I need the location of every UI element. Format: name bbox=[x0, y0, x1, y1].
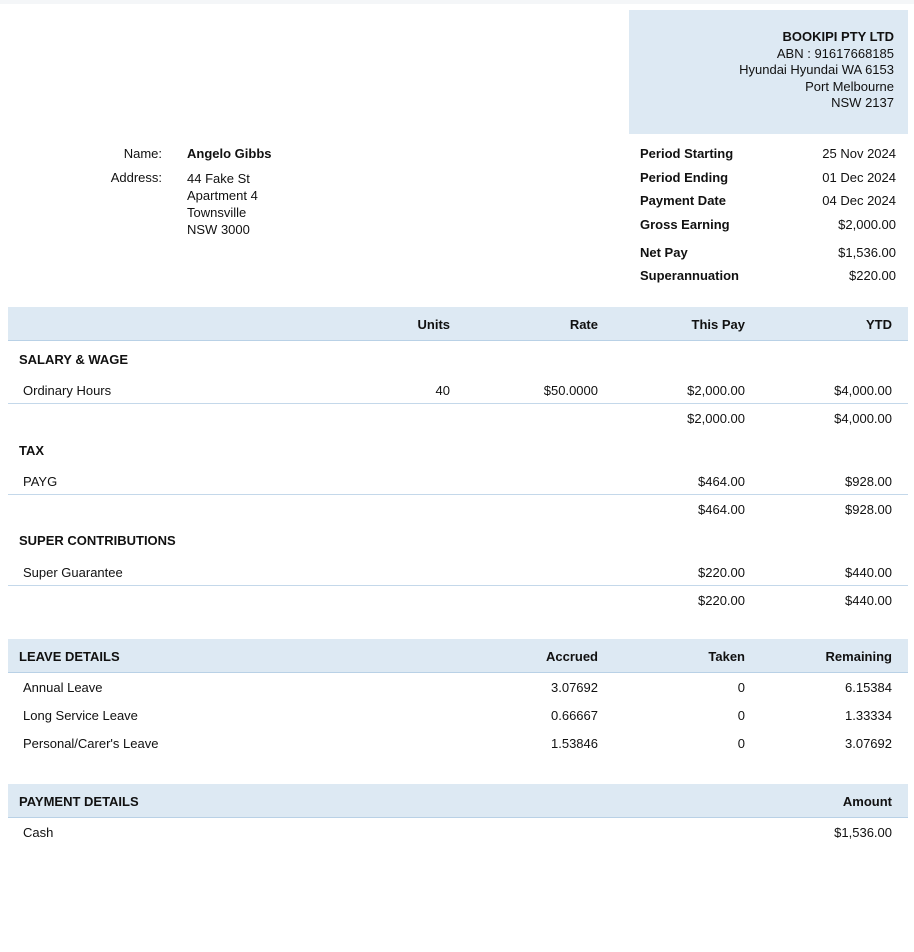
summary-value: $2,000.00 bbox=[838, 217, 896, 232]
section-total-row: $464.00 $928.00 bbox=[8, 502, 908, 520]
row-divider bbox=[8, 494, 908, 495]
leave-remaining: 6.15384 bbox=[845, 680, 892, 695]
payment-details-header: PAYMENT DETAILS Amount bbox=[8, 784, 908, 818]
summary-label: Net Pay bbox=[640, 245, 688, 260]
section-title: SALARY & WAGE bbox=[19, 352, 129, 367]
leave-type: Long Service Leave bbox=[23, 708, 138, 723]
leave-type: Personal/Carer's Leave bbox=[23, 736, 159, 751]
employee-address: 44 Fake St Apartment 4 Townsville NSW 30… bbox=[187, 170, 258, 238]
company-address-line-1: Hyundai Hyundai WA 6153 bbox=[739, 62, 894, 77]
leave-taken: 0 bbox=[737, 736, 745, 751]
address-line: 44 Fake St bbox=[187, 171, 250, 186]
table-row: Ordinary Hours 40 $50.0000 $2,000.00 $4,… bbox=[8, 383, 908, 401]
section-total-row: $2,000.00 $4,000.00 bbox=[8, 411, 908, 429]
payment-amount: $1,536.00 bbox=[834, 825, 892, 840]
summary-value: $220.00 bbox=[849, 268, 896, 283]
item-name: Super Guarantee bbox=[23, 565, 123, 580]
accrued-header: Accrued bbox=[545, 649, 598, 664]
summary-value: 04 Dec 2024 bbox=[822, 193, 896, 208]
units-header: Units bbox=[417, 317, 451, 332]
company-abn: ABN : 91617668185 bbox=[776, 45, 894, 61]
summary-label: Gross Earning bbox=[640, 217, 730, 232]
company-info-box: BOOKIPI PTY LTD ABN : 91617668185 Hyunda… bbox=[629, 10, 908, 134]
leave-remaining: 1.33334 bbox=[845, 708, 892, 723]
amount-header: Amount bbox=[842, 794, 892, 809]
item-this-pay: $2,000.00 bbox=[687, 383, 745, 398]
address-label: Address: bbox=[110, 170, 162, 185]
total-ytd: $4,000.00 bbox=[834, 411, 892, 426]
summary-row-period-starting: Period Starting 25 Nov 2024 bbox=[640, 146, 896, 164]
table-row: Super Guarantee $220.00 $440.00 bbox=[8, 565, 908, 583]
section-title-row: TAX bbox=[8, 443, 908, 461]
summary-row-gross-earning: Gross Earning $2,000.00 bbox=[640, 217, 896, 235]
summary-label: Payment Date bbox=[640, 193, 726, 208]
summary-row-superannuation: Superannuation $220.00 bbox=[640, 268, 896, 286]
summary-value: 01 Dec 2024 bbox=[822, 170, 896, 185]
this-pay-header: This Pay bbox=[691, 317, 745, 332]
list-item: Annual Leave 3.07692 0 6.15384 bbox=[8, 680, 908, 698]
item-name: PAYG bbox=[23, 474, 58, 489]
section-title: TAX bbox=[19, 443, 45, 458]
section-total-row: $220.00 $440.00 bbox=[8, 593, 908, 611]
summary-row-payment-date: Payment Date 04 Dec 2024 bbox=[640, 193, 896, 211]
payment-method: Cash bbox=[23, 825, 54, 840]
section-title-row: SUPER CONTRIBUTIONS bbox=[8, 533, 908, 551]
leave-taken: 0 bbox=[737, 680, 745, 695]
row-divider bbox=[8, 585, 908, 586]
table-row: PAYG $464.00 $928.00 bbox=[8, 474, 908, 492]
total-this-pay: $464.00 bbox=[698, 502, 745, 517]
summary-value: 25 Nov 2024 bbox=[822, 146, 896, 161]
item-ytd: $4,000.00 bbox=[834, 383, 892, 398]
total-ytd: $928.00 bbox=[845, 502, 892, 517]
taken-header: Taken bbox=[708, 649, 745, 664]
leave-accrued: 0.66667 bbox=[551, 708, 598, 723]
remaining-header: Remaining bbox=[825, 649, 892, 664]
leave-type: Annual Leave bbox=[23, 680, 103, 695]
row-divider bbox=[8, 403, 908, 404]
leave-accrued: 1.53846 bbox=[551, 736, 598, 751]
ytd-header: YTD bbox=[866, 317, 892, 332]
rate-header: Rate bbox=[569, 317, 598, 332]
total-ytd: $440.00 bbox=[845, 593, 892, 608]
item-units: 40 bbox=[435, 383, 450, 398]
summary-row-period-ending: Period Ending 01 Dec 2024 bbox=[640, 170, 896, 188]
item-name: Ordinary Hours bbox=[23, 383, 112, 398]
address-line: Apartment 4 bbox=[187, 188, 258, 203]
list-item: Cash $1,536.00 bbox=[8, 825, 908, 843]
address-line: NSW 3000 bbox=[187, 222, 250, 237]
item-ytd: $440.00 bbox=[845, 565, 892, 580]
earnings-header: Units Rate This Pay YTD bbox=[8, 307, 908, 341]
leave-accrued: 3.07692 bbox=[551, 680, 598, 695]
payment-details-title: PAYMENT DETAILS bbox=[19, 794, 139, 809]
company-address-line-3: NSW 2137 bbox=[831, 95, 894, 110]
company-address-line-2: Port Melbourne bbox=[805, 78, 894, 94]
summary-label: Period Starting bbox=[640, 146, 734, 161]
employee-name: Angelo Gibbs bbox=[187, 146, 272, 161]
list-item: Personal/Carer's Leave 1.53846 0 3.07692 bbox=[8, 736, 908, 754]
leave-details-title: LEAVE DETAILS bbox=[19, 649, 120, 664]
item-this-pay: $464.00 bbox=[698, 474, 745, 489]
leave-taken: 0 bbox=[737, 708, 745, 723]
total-this-pay: $220.00 bbox=[698, 593, 745, 608]
section-title: SUPER CONTRIBUTIONS bbox=[19, 533, 176, 548]
name-label: Name: bbox=[123, 146, 162, 161]
top-strip bbox=[0, 0, 914, 4]
section-title-row: SALARY & WAGE bbox=[8, 352, 908, 370]
summary-value: $1,536.00 bbox=[838, 245, 896, 260]
leave-details-header: LEAVE DETAILS Accrued Taken Remaining bbox=[8, 639, 908, 673]
address-line: Townsville bbox=[187, 205, 247, 220]
summary-row-net-pay: Net Pay $1,536.00 bbox=[640, 245, 896, 263]
company-name: BOOKIPI PTY LTD bbox=[782, 29, 894, 44]
summary-label: Period Ending bbox=[640, 170, 729, 185]
item-this-pay: $220.00 bbox=[698, 565, 745, 580]
leave-remaining: 3.07692 bbox=[845, 736, 892, 751]
list-item: Long Service Leave 0.66667 0 1.33334 bbox=[8, 708, 908, 726]
item-rate: $50.0000 bbox=[543, 383, 598, 398]
summary-label: Superannuation bbox=[640, 268, 739, 283]
item-ytd: $928.00 bbox=[845, 474, 892, 489]
total-this-pay: $2,000.00 bbox=[687, 411, 745, 426]
